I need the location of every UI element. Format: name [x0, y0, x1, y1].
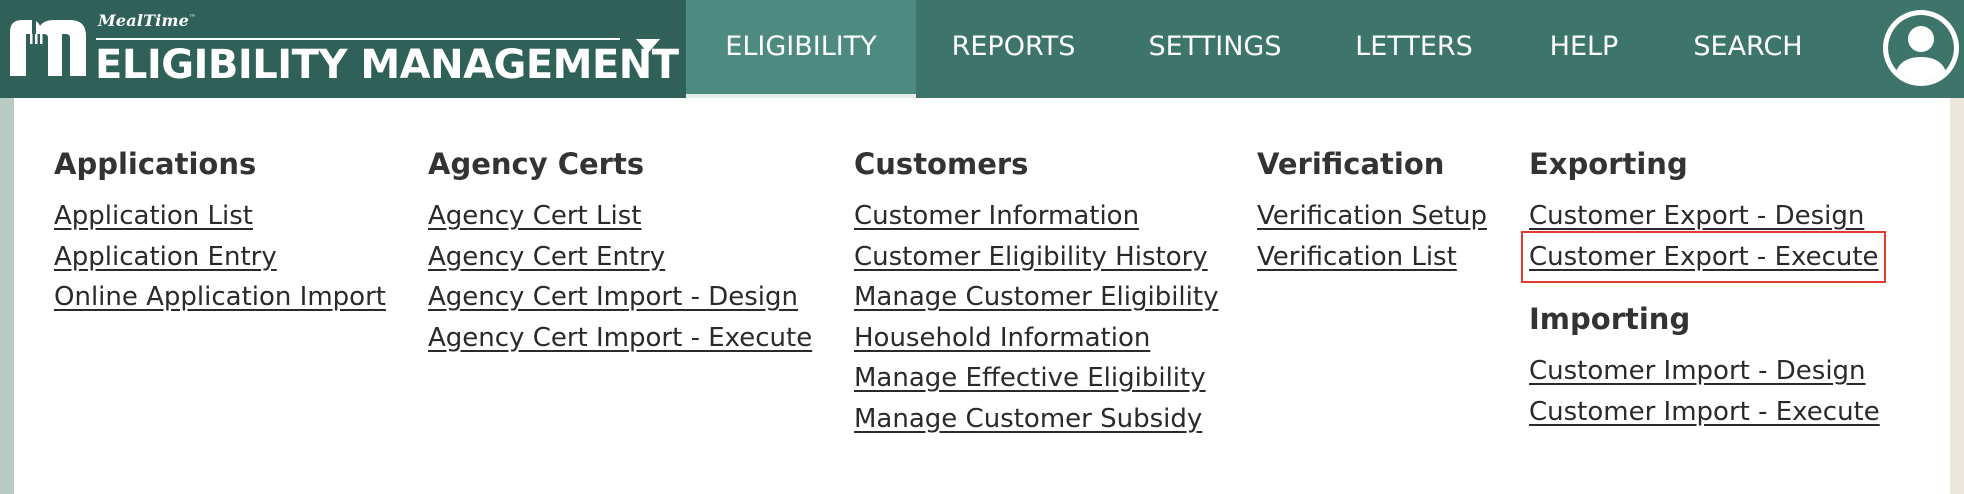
menu-link-customer-export-execute[interactable]: Customer Export - Execute	[1521, 230, 1886, 283]
menu-column-customers: Customers Customer Information Customer …	[854, 146, 1218, 439]
menu-link-household-information[interactable]: Household Information	[854, 318, 1218, 359]
tab-help[interactable]: HELP	[1510, 0, 1658, 98]
brand-small-text: MealTime™	[98, 11, 197, 30]
tab-reports[interactable]: REPORTS	[916, 0, 1111, 98]
menu-link-customer-import-execute[interactable]: Customer Import - Execute	[1529, 392, 1880, 433]
menu-column-exporting-importing: Exporting Customer Export - Design Custo…	[1521, 146, 1886, 433]
menu-link-customer-eligibility-history[interactable]: Customer Eligibility History	[854, 237, 1218, 278]
user-avatar-icon[interactable]	[1882, 9, 1960, 87]
menu-heading-agency-certs: Agency Certs	[428, 147, 645, 181]
menu-link-customer-information[interactable]: Customer Information	[854, 196, 1218, 237]
menu-link-manage-customer-subsidy[interactable]: Manage Customer Subsidy	[854, 399, 1218, 440]
menu-link-application-entry[interactable]: Application Entry	[54, 237, 386, 278]
menu-column-applications: Applications Application List Applicatio…	[54, 146, 386, 318]
brand-area[interactable]: MealTime™ ELIGIBILITY MANAGEMENT	[0, 0, 686, 98]
menu-link-agency-cert-entry[interactable]: Agency Cert Entry	[428, 237, 812, 278]
tab-search[interactable]: SEARCH	[1658, 0, 1838, 98]
menu-heading-exporting: Exporting	[1529, 147, 1688, 181]
menu-link-verification-setup[interactable]: Verification Setup	[1257, 196, 1487, 237]
menu-heading-customers: Customers	[854, 147, 1029, 181]
menu-link-manage-customer-eligibility[interactable]: Manage Customer Eligibility	[854, 277, 1218, 318]
menu-link-customer-import-design[interactable]: Customer Import - Design	[1529, 351, 1880, 392]
page: MealTime™ ELIGIBILITY MANAGEMENT ELIGIBI…	[0, 0, 1964, 494]
menu-column-verification: Verification Verification Setup Verifica…	[1257, 146, 1487, 277]
menu-link-agency-cert-import-design[interactable]: Agency Cert Import - Design	[428, 277, 812, 318]
top-nav-bar: MealTime™ ELIGIBILITY MANAGEMENT ELIGIBI…	[0, 0, 1964, 98]
tab-letters[interactable]: LETTERS	[1318, 0, 1510, 98]
menu-link-online-application-import[interactable]: Online Application Import	[54, 277, 386, 318]
menu-heading-verification: Verification	[1257, 147, 1445, 181]
menu-link-verification-list[interactable]: Verification List	[1257, 237, 1487, 278]
menu-link-agency-cert-list[interactable]: Agency Cert List	[428, 196, 812, 237]
menu-link-agency-cert-import-execute[interactable]: Agency Cert Import - Execute	[428, 318, 812, 359]
mealtime-logo-icon	[10, 18, 86, 76]
chevron-down-icon[interactable]	[633, 36, 663, 56]
menu-link-manage-effective-eligibility[interactable]: Manage Effective Eligibility	[854, 358, 1218, 399]
menu-column-agency-certs: Agency Certs Agency Cert List Agency Cer…	[428, 146, 812, 358]
menu-link-application-list[interactable]: Application List	[54, 196, 386, 237]
brand-title: ELIGIBILITY MANAGEMENT	[95, 42, 679, 88]
tab-eligibility[interactable]: ELIGIBILITY	[686, 0, 916, 98]
menu-link-customer-export-design[interactable]: Customer Export - Design	[1529, 196, 1880, 237]
menu-heading-applications: Applications	[54, 147, 257, 181]
tab-settings[interactable]: SETTINGS	[1112, 0, 1318, 98]
eligibility-dropdown-menu: Applications Application List Applicatio…	[14, 98, 1950, 494]
menu-heading-importing: Importing	[1529, 302, 1691, 336]
